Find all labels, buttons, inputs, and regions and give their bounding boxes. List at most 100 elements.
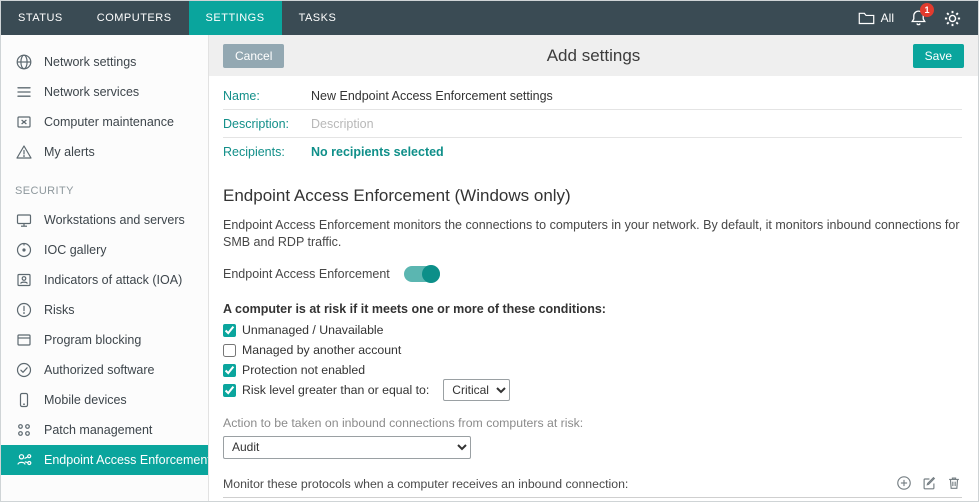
sidebar-item-ioc-gallery[interactable]: IOC gallery [1,235,208,265]
tab-tasks-label: TASKS [299,12,337,24]
page-title: Add settings [313,46,874,66]
recipients-label: Recipients: [223,145,311,159]
nav-tabs: STATUS COMPUTERS SETTINGS TASKS [1,1,353,35]
condition-label: Protection not enabled [242,363,365,377]
toggle-label: Endpoint Access Enforcement [223,267,390,281]
patches-icon [15,421,33,439]
section-description: Endpoint Access Enforcement monitors the… [223,217,962,251]
tab-status-label: STATUS [18,12,63,24]
sidebar-item-risks[interactable]: Risks [1,295,208,325]
main-panel: Cancel Add settings Save Name: Descripti… [209,35,978,502]
section-title: Endpoint Access Enforcement (Windows onl… [223,186,962,206]
sidebar-item-label: Network services [44,85,139,99]
description-input[interactable] [311,117,962,131]
cancel-button[interactable]: Cancel [223,44,284,68]
toggle-knob [422,265,440,283]
box-x-icon [15,113,33,131]
condition-checkbox[interactable] [223,384,236,397]
sidebar-item-indicators-of-attack[interactable]: Indicators of attack (IOA) [1,265,208,295]
condition-checkbox[interactable] [223,344,236,357]
condition-checkbox[interactable] [223,324,236,337]
action-select[interactable]: Audit [223,436,471,459]
tab-settings[interactable]: SETTINGS [189,1,282,35]
target-icon [15,241,33,259]
person-card-icon [15,271,33,289]
add-protocol-button[interactable] [896,475,912,491]
sidebar-item-mobile-devices[interactable]: Mobile devices [1,385,208,415]
sidebar-item-label: Risks [44,303,75,317]
condition-managed-other-account[interactable]: Managed by another account [223,342,962,359]
person-network-icon [15,451,33,469]
protocols-list: SMB (139,445) Default Only workstations … [223,497,962,502]
name-label: Name: [223,89,311,103]
sidebar-item-label: My alerts [44,145,95,159]
all-label: All [881,11,894,25]
endpoint-access-toggle[interactable] [404,266,440,282]
globe-icon [15,53,33,71]
tab-tasks[interactable]: TASKS [282,1,354,35]
sidebar-item-label: Workstations and servers [44,213,185,227]
app-window: STATUS COMPUTERS SETTINGS TASKS All 1 [0,0,979,502]
endpoint-access-section: Endpoint Access Enforcement (Windows onl… [209,166,978,502]
protocols-label: Monitor these protocols when a computer … [223,477,628,491]
condition-label: Unmanaged / Unavailable [242,323,384,337]
window-icon [15,331,33,349]
sidebar-item-authorized-software[interactable]: Authorized software [1,355,208,385]
sidebar-item-label: Mobile devices [44,393,127,407]
notification-badge: 1 [920,3,934,17]
tab-settings-label: SETTINGS [206,12,265,24]
description-row: Description: [223,110,962,138]
delete-protocol-button[interactable] [946,475,962,491]
tab-status[interactable]: STATUS [1,1,80,35]
toggle-row: Endpoint Access Enforcement [223,266,962,282]
condition-checkbox[interactable] [223,364,236,377]
sidebar-item-network-settings[interactable]: Network settings [1,47,208,77]
recipients-row: Recipients: No recipients selected [223,138,962,166]
recipients-link[interactable]: No recipients selected [311,145,444,159]
phone-icon [15,391,33,409]
description-label: Description: [223,117,311,131]
sidebar-item-label: Patch management [44,423,152,437]
condition-protection-not-enabled[interactable]: Protection not enabled [223,362,962,379]
sidebar-security-header: SECURITY [1,167,208,205]
sidebar-item-label: Program blocking [44,333,141,347]
condition-unmanaged[interactable]: Unmanaged / Unavailable [223,322,962,339]
sidebar-item-my-alerts[interactable]: My alerts [1,137,208,167]
sidebar-item-label: Indicators of attack (IOA) [44,273,182,287]
sidebar: Network settings Network services Comput… [1,35,209,502]
action-label: Action to be taken on inbound connection… [223,416,962,430]
tab-computers-label: COMPUTERS [97,12,172,24]
sidebar-item-patch-management[interactable]: Patch management [1,415,208,445]
edit-icon [921,475,937,491]
settings-gear-button[interactable] [943,9,962,28]
check-circle-icon [15,361,33,379]
edit-protocol-button[interactable] [921,475,937,491]
tab-computers[interactable]: COMPUTERS [80,1,189,35]
sidebar-item-workstations-and-servers[interactable]: Workstations and servers [1,205,208,235]
sidebar-item-computer-maintenance[interactable]: Computer maintenance [1,107,208,137]
sidebar-item-label: Authorized software [44,363,154,377]
save-button[interactable]: Save [913,44,964,68]
list-rows-icon [15,83,33,101]
protocols-header: Monitor these protocols when a computer … [223,475,962,491]
sidebar-item-endpoint-access-enforcement[interactable]: Endpoint Access Enforcement [1,445,208,475]
alert-circle-icon [15,301,33,319]
sidebar-item-label: Computer maintenance [44,115,174,129]
condition-label: Managed by another account [242,343,401,357]
trash-icon [946,475,962,491]
sidebar-item-program-blocking[interactable]: Program blocking [1,325,208,355]
notifications-button[interactable]: 1 [910,9,927,27]
sidebar-item-network-services[interactable]: Network services [1,77,208,107]
main-nav: STATUS COMPUTERS SETTINGS TASKS All 1 [1,1,978,35]
computers-filter-all[interactable]: All [858,11,894,25]
name-input[interactable] [311,89,962,103]
risk-level-select[interactable]: Critical [443,379,510,401]
gear-icon [943,9,962,28]
protocol-row-smb[interactable]: SMB (139,445) Default Only workstations [223,498,962,502]
condition-risk-level[interactable]: Risk level greater than or equal to: Cri… [223,382,962,399]
warning-triangle-icon [15,143,33,161]
monitor-icon [15,211,33,229]
sidebar-item-label: IOC gallery [44,243,107,257]
sidebar-item-label: Network settings [44,55,136,69]
action-bar: Cancel Add settings Save [209,35,978,76]
